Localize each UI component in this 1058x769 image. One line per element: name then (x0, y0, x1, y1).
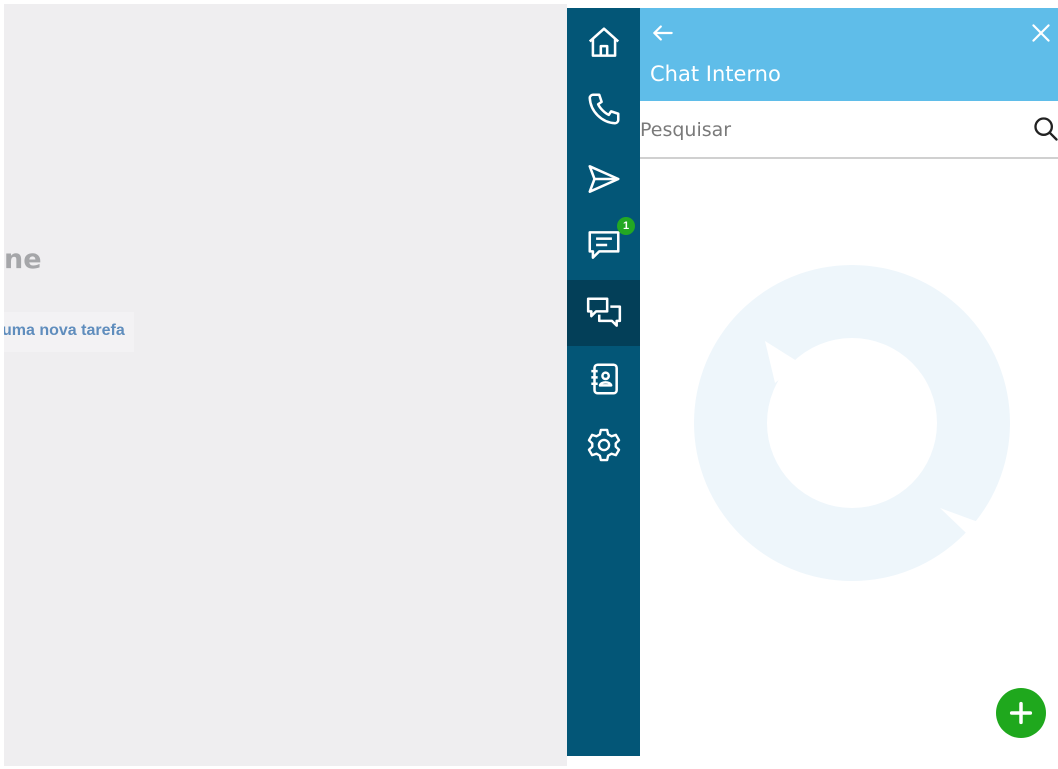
search-input[interactable] (640, 111, 1020, 149)
rail-item-home[interactable] (567, 10, 640, 76)
home-icon (588, 27, 619, 57)
rail-item-internal-chat[interactable] (567, 280, 640, 346)
search-bar (640, 101, 1058, 159)
send-icon (587, 165, 620, 193)
close-icon[interactable] (1028, 20, 1054, 46)
gear-icon (587, 428, 620, 462)
chat-bubbles-icon (586, 297, 621, 327)
back-arrow-icon[interactable] (650, 20, 676, 46)
unread-badge: 1 (617, 217, 635, 235)
new-task-link[interactable]: uma nova tarefa (4, 322, 125, 340)
internal-chat-panel: Chat Interno (640, 8, 1058, 756)
background-link-wrap[interactable]: uma nova tarefa (4, 312, 134, 352)
rail-item-contacts[interactable] (567, 346, 640, 412)
new-chat-button[interactable] (996, 688, 1046, 738)
panel-header: Chat Interno (640, 8, 1058, 101)
message-icon (587, 231, 620, 259)
brand-watermark-logo (694, 265, 1010, 581)
side-rail: 1 (567, 8, 640, 756)
background-page (4, 4, 567, 766)
background-heading: ne (4, 244, 42, 275)
phone-icon (587, 93, 620, 125)
rail-item-phone[interactable] (567, 76, 640, 142)
contacts-book-icon (590, 363, 618, 395)
rail-item-messages[interactable]: 1 (567, 212, 640, 278)
rail-item-settings[interactable] (567, 412, 640, 478)
rail-item-send[interactable] (567, 146, 640, 212)
plus-icon (1009, 701, 1033, 725)
panel-title: Chat Interno (650, 62, 781, 86)
search-icon[interactable] (1032, 115, 1058, 143)
